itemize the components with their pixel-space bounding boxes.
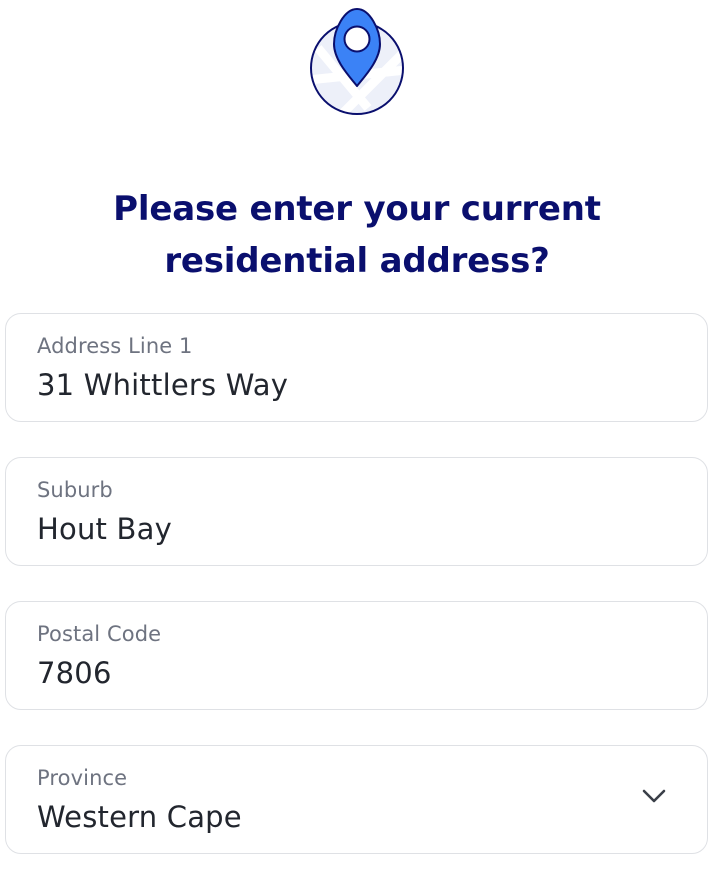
suburb-value: Hout Bay: [37, 512, 172, 546]
postal-code-value: 7806: [37, 656, 112, 690]
postal-code-label: Postal Code: [37, 622, 162, 646]
province-label: Province: [37, 766, 128, 790]
address-line-1-label: Address Line 1: [37, 334, 193, 358]
page-title: Please enter your current residential ad…: [0, 183, 714, 287]
chevron-down-icon[interactable]: [641, 788, 667, 804]
suburb-field[interactable]: Suburb Hout Bay: [5, 457, 708, 566]
address-line-1-field[interactable]: Address Line 1 31 Whittlers Way: [5, 313, 708, 422]
postal-code-field[interactable]: Postal Code 7806: [5, 601, 708, 710]
suburb-label: Suburb: [37, 478, 113, 502]
address-form-page: Please enter your current residential ad…: [0, 0, 714, 878]
province-value: Western Cape: [37, 800, 242, 834]
page-title-line-2: residential address?: [164, 240, 550, 281]
province-select[interactable]: Province Western Cape: [5, 745, 708, 854]
page-title-line-1: Please enter your current: [113, 188, 601, 229]
address-line-1-value: 31 Whittlers Way: [37, 368, 289, 402]
location-pin-icon: [308, 8, 406, 116]
